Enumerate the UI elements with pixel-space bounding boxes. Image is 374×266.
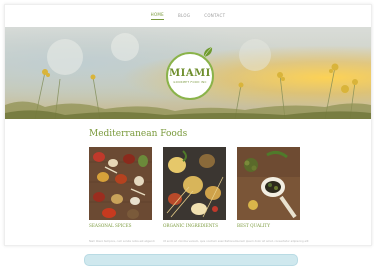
top-nav: Home Blog Contact bbox=[5, 5, 371, 27]
bottom-bar[interactable] bbox=[84, 254, 298, 266]
website-preview: Home Blog Contact bbox=[4, 4, 372, 246]
spices-image bbox=[89, 147, 152, 220]
card-seasonal-spices[interactable]: SEASONAL SPICES Nam libero tempore, cum … bbox=[89, 147, 155, 243]
ingredients-image bbox=[163, 147, 226, 220]
nav-item-home[interactable]: Home bbox=[150, 12, 164, 20]
card-organic-ingredients[interactable]: ORGANIC INGREDIENTS Ut enim ad minima ve… bbox=[163, 147, 238, 243]
card-title: BEST QUALITY bbox=[237, 223, 270, 228]
card-best-quality[interactable]: BEST QUALITY Lorem ipsum dolor sit amet,… bbox=[237, 147, 309, 243]
section-title: Mediterranean Foods bbox=[89, 129, 188, 139]
card-text: Nam libero tempore, cum soluta nobis est… bbox=[89, 240, 155, 243]
nav-item-blog[interactable]: Blog bbox=[178, 13, 190, 20]
logo-badge: MIAMI Gourmet Food Inc bbox=[166, 52, 214, 100]
card-title: ORGANIC INGREDIENTS bbox=[163, 223, 219, 228]
leaf-icon bbox=[203, 46, 213, 58]
card-text: Lorem ipsum dolor sit amet, consectetur … bbox=[237, 240, 309, 243]
card-text: Ut enim ad minima veniam, quis nostrum e… bbox=[163, 240, 238, 243]
olives-image bbox=[237, 147, 300, 220]
card-title: SEASONAL SPICES bbox=[89, 223, 132, 228]
logo-title: MIAMI bbox=[169, 67, 211, 79]
nav-item-contact[interactable]: Contact bbox=[204, 13, 225, 20]
logo-subtitle: Gourmet Food Inc bbox=[173, 80, 207, 84]
brand-logo[interactable]: MIAMI Gourmet Food Inc bbox=[166, 46, 214, 100]
